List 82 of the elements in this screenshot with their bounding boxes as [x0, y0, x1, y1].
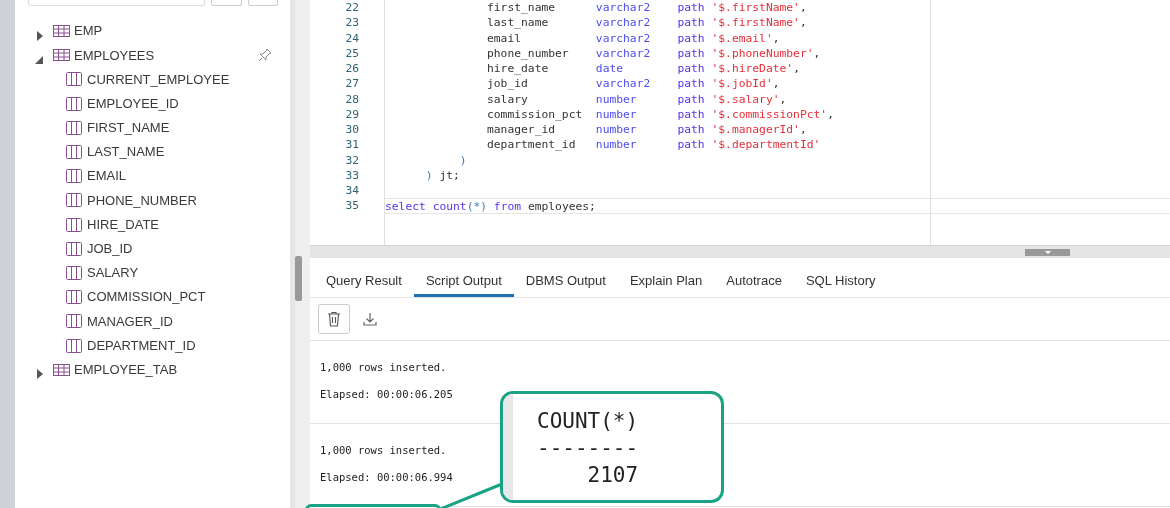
tree-item[interactable]: CURRENT_EMPLOYEE: [87, 69, 230, 90]
code-line: ): [458, 152, 468, 168]
output-tab[interactable]: DBMS Output: [513, 258, 618, 297]
code-line: job_id varchar2 path '$.jobId',: [486, 76, 781, 92]
tree-item[interactable]: JOB_ID: [87, 239, 133, 259]
line-number: 28: [344, 91, 360, 107]
tree-item[interactable]: EMPLOYEE_TAB: [74, 359, 178, 380]
line-number: 24: [344, 30, 360, 46]
tree-item[interactable]: EMP: [74, 21, 103, 41]
output-tab[interactable]: Explain Plan: [617, 258, 715, 297]
tree-item[interactable]: DEPARTMENT_ID: [87, 335, 196, 356]
line-number: 32: [344, 152, 360, 168]
callout-text: 2107: [586, 462, 639, 489]
column-icon: [66, 145, 82, 160]
download-button[interactable]: [362, 311, 378, 327]
line-number: 26: [344, 61, 360, 77]
output-tab[interactable]: Script Output: [413, 258, 514, 297]
code-line: ) jt;: [424, 167, 461, 183]
line-number: 25: [344, 45, 360, 61]
output-line: 1,000 rows inserted.: [320, 361, 447, 374]
trash-icon: [327, 311, 341, 327]
code-line: salary number path '$.salary',: [486, 91, 788, 107]
column-icon: [66, 265, 82, 280]
tree-item[interactable]: COMMISSION_PCT: [87, 287, 206, 307]
clear-button[interactable]: [318, 304, 350, 334]
code-line: email varchar2 path '$.email',: [486, 30, 781, 46]
line-number: 33: [344, 167, 360, 183]
line-number: 31: [344, 137, 360, 153]
vertical-splitter[interactable]: [295, 0, 310, 508]
column-icon: [66, 314, 82, 329]
column-icon: [66, 193, 82, 208]
toolbar-button[interactable]: [247, 0, 278, 6]
line-number: 22: [344, 0, 360, 16]
expand-arrow-icon: [35, 29, 45, 42]
code-line: first_name varchar2 path '$.firstName',: [486, 0, 808, 16]
table-icon: [53, 25, 70, 38]
output-tab[interactable]: Query Result: [314, 258, 414, 297]
output-line: Elapsed: 00:00:06.205: [320, 388, 453, 401]
code-line: last_name varchar2 path '$.firstName',: [486, 15, 808, 31]
code-line: department_id number path '$.departmentId': [486, 137, 822, 153]
tree-item[interactable]: MANAGER_ID: [87, 311, 173, 332]
tree-item[interactable]: EMAIL: [87, 166, 126, 186]
code-line: hire_date date path '$.hireDate',: [486, 61, 801, 77]
tree-item[interactable]: PHONE_NUMBER: [87, 190, 197, 211]
tree-item[interactable]: EMPLOYEE_ID: [87, 93, 179, 114]
column-icon: [66, 290, 82, 305]
code-line: manager_id number path '$.managerId',: [486, 122, 808, 138]
download-icon: [362, 311, 378, 327]
column-icon: [66, 96, 82, 111]
splitter-handle[interactable]: [1025, 249, 1070, 256]
column-icon: [66, 241, 82, 256]
table-icon: [53, 363, 70, 376]
column-icon: [66, 120, 82, 135]
line-number: 30: [344, 122, 360, 138]
output-tab[interactable]: Autotrace: [714, 258, 794, 297]
output-line: Elapsed: 00:00:06.994: [320, 471, 453, 484]
table-icon: [53, 49, 70, 62]
line-number: 23: [344, 15, 360, 31]
output-tab[interactable]: SQL History: [793, 258, 888, 297]
callout-text: --------: [537, 435, 639, 462]
column-icon: [66, 217, 82, 232]
column-icon: [66, 338, 82, 353]
code-line: commission_pct number path '$.commissionPct',: [486, 106, 835, 122]
expand-arrow-icon: [35, 368, 45, 381]
code-line: select count(*) from employees;: [385, 198, 1170, 214]
column-icon: [66, 169, 82, 184]
line-number: 35: [344, 198, 360, 214]
tree-item[interactable]: LAST_NAME: [87, 142, 165, 162]
tree-item[interactable]: FIRST_NAME: [87, 118, 170, 138]
output-line: 1,000 rows inserted.: [320, 444, 447, 457]
tree-item[interactable]: HIRE_DATE: [87, 214, 159, 235]
splitter-handle[interactable]: [295, 256, 302, 301]
column-icon: [66, 72, 82, 87]
search-field[interactable]: [28, 0, 205, 6]
line-number: 27: [344, 76, 360, 92]
line-number: 29: [344, 106, 360, 122]
tree-item[interactable]: EMPLOYEES: [74, 45, 155, 66]
callout-text: COUNT(*): [537, 408, 639, 435]
line-number: 34: [344, 183, 360, 199]
tree-item[interactable]: SALARY: [87, 263, 139, 283]
code-line: phone_number varchar2 path '$.phoneNumber',: [486, 45, 822, 61]
toolbar-button[interactable]: [211, 0, 242, 6]
